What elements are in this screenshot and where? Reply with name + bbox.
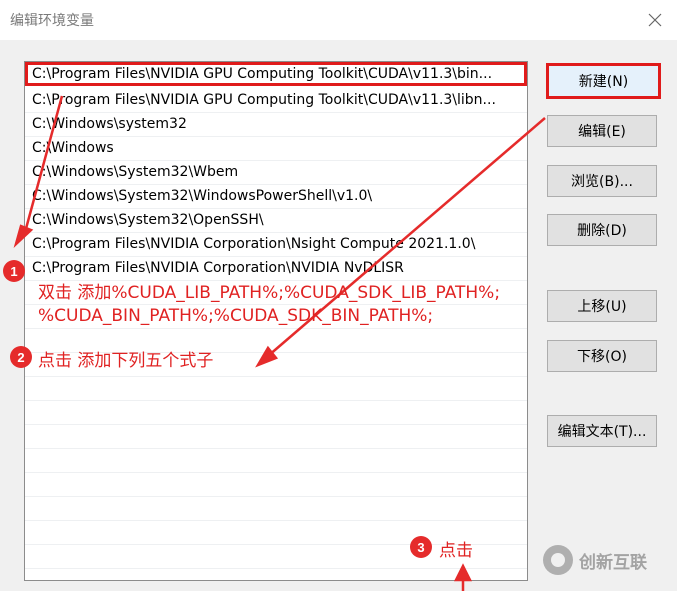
- watermark: 创新互联: [543, 545, 647, 575]
- step1-badge: 1: [3, 260, 25, 282]
- step1-instruction-line2: %CUDA_BIN_PATH%;%CUDA_SDK_BIN_PATH%;: [38, 306, 434, 326]
- step2-instruction: 点击 添加下列五个式子: [38, 351, 214, 371]
- step1-instruction-line1: 双击 添加%CUDA_LIB_PATH%;%CUDA_SDK_LIB_PATH%…: [38, 283, 501, 303]
- step3-badge: 3: [410, 536, 432, 558]
- step2-badge: 2: [10, 346, 32, 368]
- watermark-text: 创新互联: [579, 552, 647, 573]
- step3-instruction: 点击: [439, 541, 473, 561]
- watermark-logo-icon: [543, 545, 573, 575]
